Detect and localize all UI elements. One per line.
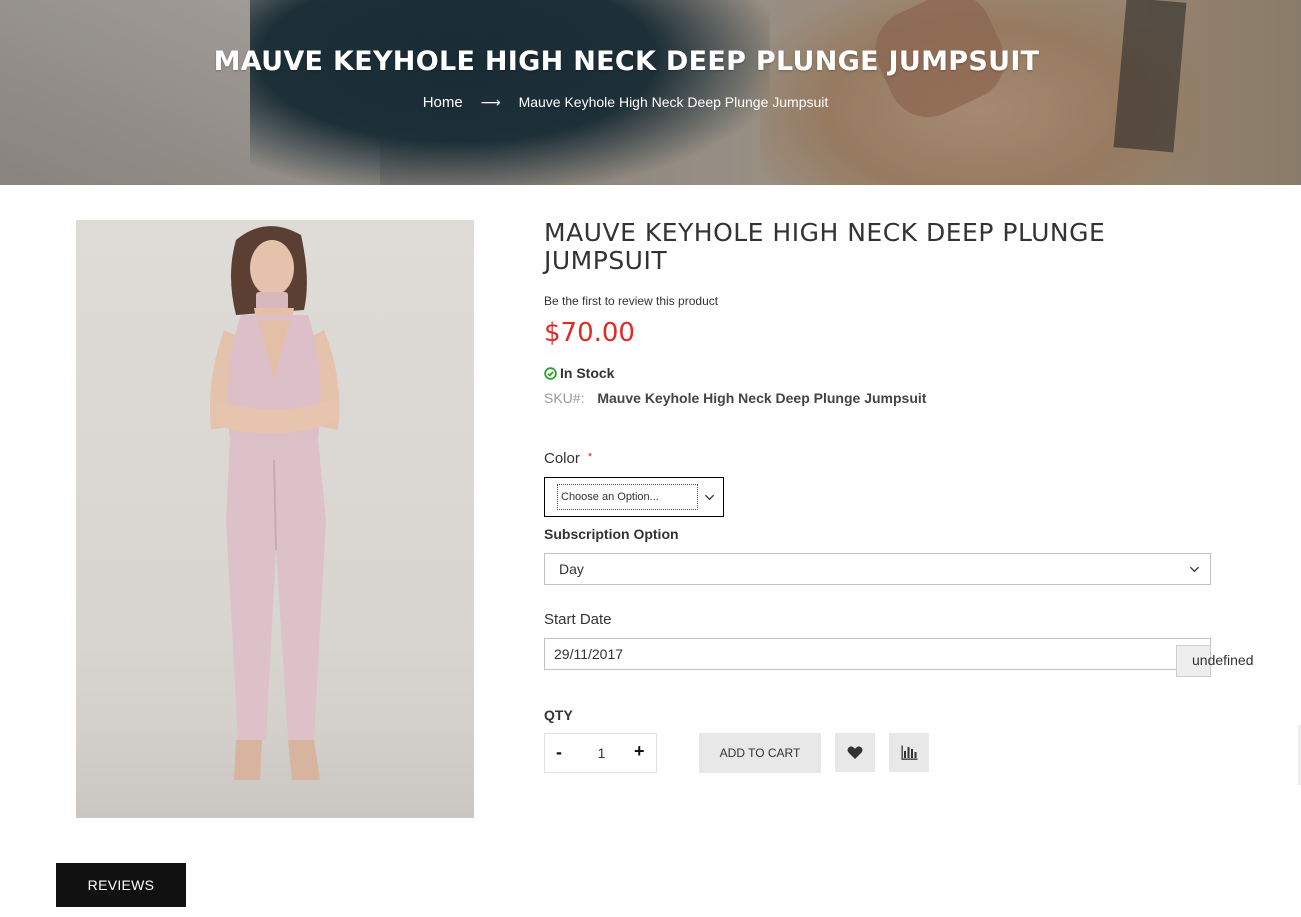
color-select-value: Choose an Option... — [557, 484, 698, 510]
start-date-input[interactable]: 29/11/2017 — [544, 638, 1211, 670]
check-circle-icon — [544, 366, 557, 380]
stock-text: In Stock — [560, 365, 615, 381]
product-name: MAUVE KEYHOLE HIGH NECK DEEP PLUNGE JUMP… — [544, 218, 1106, 275]
chevron-down-icon — [704, 494, 715, 501]
product-image[interactable] — [76, 220, 474, 818]
color-label: Color * — [544, 450, 592, 467]
color-select[interactable]: Choose an Option... — [544, 477, 724, 517]
breadcrumb-home-link[interactable]: Home — [423, 94, 463, 111]
product-photo-model — [209, 226, 340, 780]
chevron-down-icon — [1189, 566, 1200, 573]
add-to-cart-button[interactable]: ADD TO CART — [699, 733, 821, 773]
quantity-stepper: 1 - + — [544, 733, 657, 773]
breadcrumb-current: Mauve Keyhole High Neck Deep Plunge Jump… — [518, 94, 829, 110]
required-mark: * — [587, 451, 593, 463]
color-label-text: Color — [544, 450, 580, 467]
product-price: $70.00 — [544, 318, 635, 348]
qty-increase-button[interactable]: + — [634, 741, 645, 762]
stock-status: In Stock — [544, 365, 614, 381]
start-date-label: Start Date — [544, 611, 612, 628]
qty-decrease-button[interactable]: - — [556, 742, 562, 763]
qty-label: QTY — [544, 707, 573, 723]
hero-overlay — [0, 0, 1301, 185]
subscription-select-value: Day — [559, 561, 584, 577]
date-picker-button-text: undefined — [1192, 652, 1254, 668]
heart-icon — [847, 746, 863, 759]
page-title: MAUVE KEYHOLE HIGH NECK DEEP PLUNGE JUMP… — [213, 46, 1040, 77]
subscription-label: Subscription Option — [544, 526, 679, 542]
sku-label: SKU#: — [544, 390, 585, 406]
arrow-right-icon: ⟶ — [480, 94, 501, 110]
compare-button[interactable] — [889, 733, 929, 772]
sku-value: Mauve Keyhole High Neck Deep Plunge Jump… — [597, 390, 927, 406]
wishlist-button[interactable] — [835, 733, 875, 772]
sku: SKU#: Mauve Keyhole High Neck Deep Plung… — [544, 390, 926, 406]
breadcrumb: Home ⟶ Mauve Keyhole High Neck Deep Plun… — [0, 94, 1251, 111]
subscription-select[interactable]: Day — [544, 553, 1211, 585]
first-review-link[interactable]: Be the first to review this product — [544, 294, 718, 308]
tab-reviews[interactable]: REVIEWS — [56, 863, 186, 907]
bar-chart-icon — [901, 745, 917, 760]
hero-banner: MAUVE KEYHOLE HIGH NECK DEEP PLUNGE JUMP… — [0, 0, 1301, 185]
